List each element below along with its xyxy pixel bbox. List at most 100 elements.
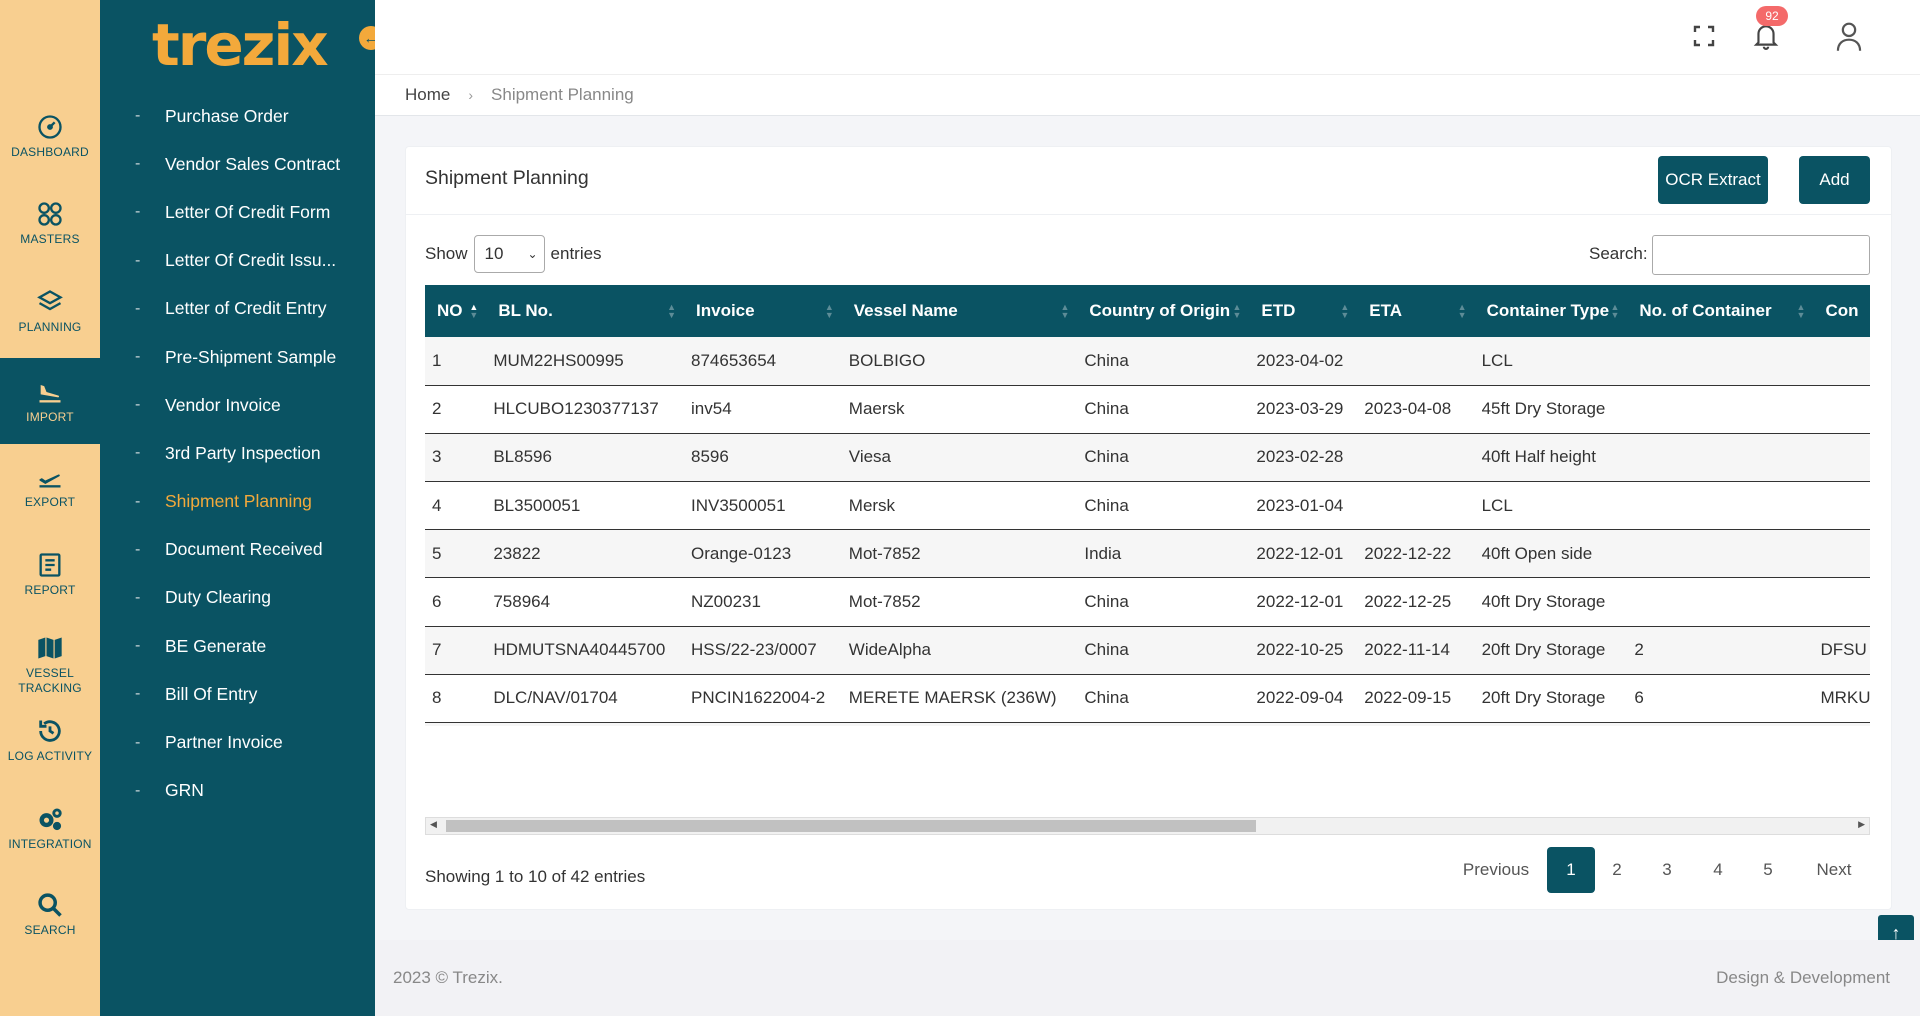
- footer: 2023 © Trezix. Design & Development: [375, 940, 1920, 1016]
- user-avatar-icon[interactable]: [1834, 20, 1864, 52]
- table-cell: [1627, 433, 1814, 483]
- table-cell: 2023-04-02: [1249, 337, 1358, 386]
- table-row[interactable]: 5 23822 Orange-0123 Mot-7852 India 2022-12-01…: [425, 529, 1870, 579]
- breadcrumb-home[interactable]: Home: [405, 85, 450, 105]
- sort-icon: ▲ ▼: [1457, 302, 1467, 320]
- rail-label: VESSEL TRACKING: [18, 666, 82, 695]
- menu-item-letter-of-credit-entry[interactable]: - Letter of Credit Entry: [100, 285, 375, 333]
- dash-icon: -: [135, 540, 141, 558]
- menu-item-letter-of-credit-form[interactable]: - Letter Of Credit Form: [100, 188, 375, 236]
- menu-item-3rd-party-inspection[interactable]: - 3rd Party Inspection: [100, 429, 375, 477]
- table-row[interactable]: 2 HLCUBO1230377137 inv54 Maersk China 2023-03…: [425, 385, 1870, 434]
- col-header-no[interactable]: NO ▲ ▼: [425, 285, 486, 337]
- table-cell: 2023-01-04: [1249, 481, 1358, 531]
- rail-report[interactable]: REPORT: [0, 534, 100, 614]
- col-header-eta[interactable]: ETA ▲ ▼: [1357, 285, 1474, 337]
- page-button-4[interactable]: 4: [1699, 847, 1737, 893]
- menu-item-be-generate[interactable]: - BE Generate: [100, 622, 375, 670]
- col-header-container-type[interactable]: Container Type ▲ ▼: [1475, 285, 1628, 337]
- search-icon: [38, 892, 62, 917]
- table-cell: BL3500051: [486, 481, 685, 531]
- plane-takeoff-icon: [39, 474, 61, 487]
- header-label: ETD: [1261, 301, 1296, 320]
- page-button-1[interactable]: 1: [1547, 847, 1595, 893]
- table-cell: [1813, 433, 1870, 483]
- col-header-invoice[interactable]: Invoice ▲ ▼: [684, 285, 842, 337]
- menu-item-bill-of-entry[interactable]: - Bill Of Entry: [100, 670, 375, 718]
- table-cell: 40ft Dry Storage: [1474, 722, 1628, 726]
- rail-dashboard[interactable]: DASHBOARD: [0, 96, 100, 176]
- col-header-etd[interactable]: ETD ▲ ▼: [1249, 285, 1357, 337]
- col-header-bl-no[interactable]: BL No. ▲ ▼: [486, 285, 684, 337]
- menu-item-vendor-invoice[interactable]: - Vendor Invoice: [100, 381, 375, 429]
- menu-item-vendor-sales-contract[interactable]: - Vendor Sales Contract: [100, 140, 375, 188]
- col-header-no-of-container[interactable]: No. of Container ▲ ▼: [1627, 285, 1813, 337]
- header-label: No. of Container: [1639, 301, 1772, 320]
- table-row[interactable]: 6 758964 NZ00231 Mot-7852 China 2022-12-01 202…: [425, 577, 1870, 627]
- chevron-down-icon: ⌄: [527, 247, 538, 261]
- dash-icon: -: [135, 637, 141, 655]
- table-row[interactable]: 4 BL3500051 INV3500051 Mersk China 2023-01-04…: [425, 481, 1870, 531]
- table-cell: HDMUTSNA40445700: [486, 626, 685, 675]
- rail-import[interactable]: IMPORT: [0, 358, 100, 444]
- table-cell: 23822: [486, 529, 685, 579]
- menu-label: Shipment Planning: [165, 491, 312, 512]
- table-cell: [1627, 337, 1814, 386]
- rail-log-activity[interactable]: LOG ACTIVITY: [0, 700, 100, 780]
- pagination-next[interactable]: Next: [1805, 847, 1863, 893]
- table-cell: 9: [425, 722, 487, 726]
- page-button-3[interactable]: 3: [1648, 847, 1686, 893]
- bell-icon[interactable]: [1753, 22, 1779, 50]
- page-button-2[interactable]: 2: [1598, 847, 1636, 893]
- menu-item-letter-of-credit-issue[interactable]: - Letter Of Credit Issu...: [100, 237, 375, 285]
- pagination-previous[interactable]: Previous: [1456, 847, 1536, 893]
- table-cell: 2022-09-15: [1357, 674, 1475, 724]
- table-cell: [1357, 337, 1475, 386]
- table-cell: LCL: [1474, 481, 1628, 531]
- page-button-5[interactable]: 5: [1749, 847, 1787, 893]
- menu-item-document-received[interactable]: - Document Received: [100, 526, 375, 574]
- table-cell: [1627, 529, 1814, 579]
- rail-search[interactable]: SEARCH: [0, 874, 100, 954]
- horizontal-scrollbar[interactable]: ◀ ▶: [425, 817, 1870, 835]
- rail-export[interactable]: EXPORT: [0, 446, 100, 526]
- table-cell: Mersk: [841, 481, 1078, 531]
- show-label: Show: [425, 244, 468, 263]
- table-cell: [1813, 385, 1870, 434]
- entries-select[interactable]: 10 ⌄: [473, 235, 545, 273]
- table-cell: 2022-11-14: [1357, 626, 1475, 675]
- table-cell: 2023-02-28: [1249, 433, 1358, 483]
- menu-item-partner-invoice[interactable]: - Partner Invoice: [100, 718, 375, 766]
- menu-label: Purchase Order: [165, 105, 289, 126]
- table-row[interactable]: 8 DLC/NAV/01704 PNCIN1622004-2 MERETE MAERS…: [425, 674, 1870, 724]
- menu-item-grn[interactable]: - GRN: [100, 767, 375, 815]
- ocr-extract-button[interactable]: OCR Extract: [1658, 156, 1768, 204]
- menu-item-duty-clearing[interactable]: - Duty Clearing: [100, 574, 375, 622]
- col-header-vessel-name[interactable]: Vessel Name ▲ ▼: [842, 285, 1078, 337]
- rail-planning[interactable]: PLANNING: [0, 271, 100, 351]
- table-row[interactable]: 1 MUM22HS00995 874653654 BOLBIGO China 2023-0…: [425, 337, 1870, 386]
- table-header-row: NO ▲ ▼ BL No. ▲ ▼ Invoice ▲ ▼ Vessel Name ▲ ▼ Co…: [425, 285, 1870, 337]
- menu-item-shipment-planning[interactable]: - Shipment Planning: [100, 478, 375, 526]
- scrollbar-thumb[interactable]: [446, 820, 1256, 832]
- col-header-container-no[interactable]: Con: [1813, 285, 1870, 337]
- table-row[interactable]: 7 HDMUTSNA40445700 HSS/22-23/0007 WideAlpha…: [425, 626, 1870, 675]
- table-row[interactable]: 3 BL8596 8596 Viesa China 2023-02-28 40ft Half…: [425, 433, 1870, 483]
- table-cell: 2022-12-20: [1357, 722, 1475, 726]
- scroll-right-icon[interactable]: ▶: [1858, 819, 1865, 830]
- fullscreen-icon[interactable]: [1692, 24, 1716, 48]
- header-label: Con: [1825, 301, 1859, 320]
- scroll-left-icon[interactable]: ◀: [430, 819, 437, 830]
- menu-item-purchase-order[interactable]: - Purchase Order: [100, 92, 375, 140]
- search-input[interactable]: [1652, 235, 1870, 275]
- page-title: Shipment Planning: [425, 167, 589, 189]
- rail-masters[interactable]: MASTERS: [0, 183, 100, 263]
- menu-item-pre-shipment-sample[interactable]: - Pre-Shipment Sample: [100, 333, 375, 381]
- table-row[interactable]: 9Bl.123NZ00231vessel.123China2022-12-012…: [425, 722, 1870, 726]
- add-button[interactable]: Add: [1799, 156, 1870, 204]
- header-label: ETA: [1369, 301, 1402, 320]
- col-header-country[interactable]: Country of Origin ▲ ▼: [1077, 285, 1249, 337]
- rail-integration[interactable]: INTEGRATION: [0, 788, 100, 868]
- dash-icon: -: [135, 492, 141, 510]
- rail-vessel-tracking[interactable]: VESSEL TRACKING: [0, 618, 100, 712]
